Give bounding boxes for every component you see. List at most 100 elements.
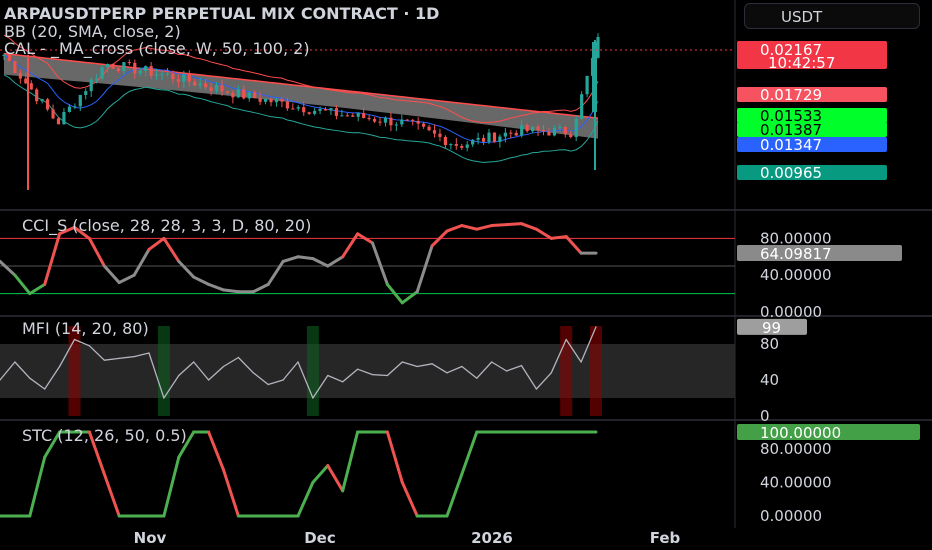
candle-body (574, 118, 578, 138)
candle-body (541, 130, 546, 132)
symbol-title: ARPAUSDTPERP PERPETUAL MIX CONTRACT · 1D (4, 4, 439, 23)
y-tick-label: 80.00000 (760, 440, 832, 458)
osc-line-segment (28, 282, 47, 296)
candle-body (432, 130, 437, 134)
osc-line-segment (222, 288, 240, 294)
osc-line-segment (341, 232, 360, 259)
candle-body (334, 108, 339, 116)
candle-body (138, 70, 142, 74)
candle-body (291, 108, 295, 110)
osc-line-segment (534, 227, 553, 240)
candle-body (274, 99, 279, 103)
candle-body (580, 94, 584, 119)
osc-line-segment (326, 464, 345, 493)
candle-body (89, 79, 93, 92)
osc-line-segment (266, 259, 285, 286)
signal-zone (306, 326, 319, 416)
x-axis-label: Feb (650, 529, 681, 547)
candle-body (95, 78, 99, 80)
candle-body (465, 144, 469, 148)
y-tick-label: 40.00000 (760, 266, 832, 284)
candle-body (481, 137, 486, 142)
x-axis-label: Dec (304, 529, 336, 547)
candle-body (389, 117, 393, 126)
y-tick-label: 40.00000 (760, 473, 832, 491)
candle-body (105, 64, 110, 68)
last-value-text: 64.09817 (760, 245, 832, 263)
candle-body (531, 126, 535, 132)
currency-label: USDT (781, 8, 823, 26)
candle-body (416, 120, 420, 124)
osc-line-segment (251, 282, 270, 294)
candle-body (351, 115, 355, 117)
candle-body (35, 89, 39, 102)
candle-body (585, 75, 589, 95)
candle-body (225, 91, 230, 93)
osc-line-segment (177, 259, 196, 279)
price-tag-value: 0.01347 (760, 136, 822, 154)
candle-body (122, 62, 126, 71)
osc-line-segment (207, 430, 225, 472)
plot-layer: 0.0216710:42:570.017290.015330.013870.01… (0, 0, 932, 547)
osc-line-segment (371, 241, 389, 286)
candle-body (476, 137, 480, 140)
osc-line-segment (28, 455, 47, 518)
osc-line-segment (13, 273, 32, 296)
candle-body (176, 79, 180, 82)
candle-body (160, 73, 164, 75)
candle-body (78, 94, 82, 107)
candle-body (84, 91, 88, 95)
candle-body (29, 83, 33, 90)
osc-line-segment (445, 224, 464, 233)
osc-line-segment (460, 224, 479, 231)
osc-line-segment (490, 223, 509, 228)
candle-body (198, 83, 202, 86)
candle-body (280, 99, 284, 102)
candle-body (133, 62, 137, 74)
candle-body (471, 139, 475, 145)
candle-body (258, 98, 262, 102)
osc-line-segment (311, 257, 330, 268)
osc-line-segment (43, 232, 62, 286)
osc-line-segment (400, 480, 419, 518)
candle-body (498, 136, 502, 142)
cci-title: CCI_S (close, 28, 28, 3, 3, D, 80, 20) (22, 216, 311, 236)
candle-body (372, 118, 377, 122)
osc-line-segment (460, 430, 479, 476)
y-tick-label: 80 (760, 335, 779, 353)
candle-body (18, 73, 22, 79)
osc-line-segment (415, 244, 434, 294)
candle-body (73, 106, 77, 108)
x-axis-label: Nov (134, 529, 167, 547)
candle-body (111, 64, 115, 69)
osc-line-segment (296, 255, 315, 261)
osc-line-segment (192, 275, 211, 286)
candle-body (411, 119, 415, 121)
candle-body (422, 123, 426, 127)
candle-body (400, 119, 404, 125)
candle-body (253, 92, 257, 99)
candle-body (171, 73, 175, 80)
candle-body (536, 126, 540, 131)
candle-body (116, 68, 121, 71)
y-tick-label: 0 (760, 407, 770, 425)
signal-zone (590, 326, 602, 416)
candle-body (509, 132, 513, 134)
candle-body (520, 125, 524, 136)
currency-selector[interactable]: USDT (744, 3, 920, 29)
candle-body (563, 127, 567, 135)
candle-body (40, 99, 44, 102)
candle-body (209, 87, 213, 91)
candle-body (362, 113, 366, 119)
candle-body (193, 81, 197, 86)
candle-body (154, 74, 159, 76)
osc-line-segment (445, 472, 464, 518)
osc-line-segment (520, 222, 538, 231)
candle-body (149, 66, 153, 76)
osc-line-segment (281, 255, 300, 263)
price-tag-value: 0.00965 (760, 164, 822, 182)
candle-body (492, 132, 497, 142)
candle-body (236, 89, 240, 98)
osc-line-segment (564, 235, 583, 255)
candle-body (514, 132, 518, 136)
